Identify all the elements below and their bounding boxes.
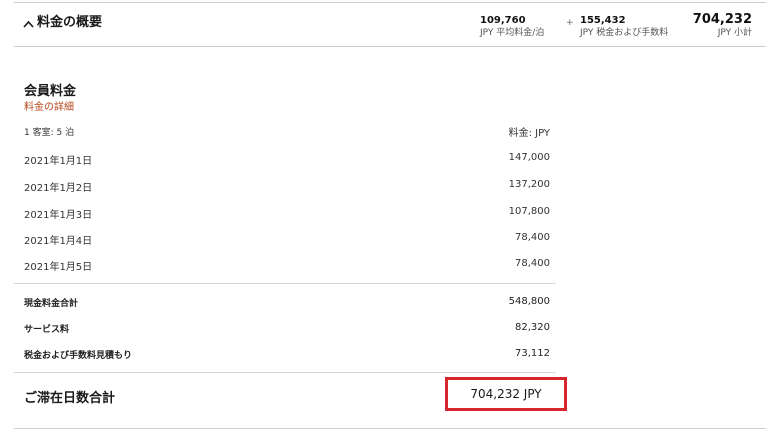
night-amount: 137,200	[508, 179, 550, 190]
night-date: 2021年1月3日	[24, 210, 93, 221]
rate-details-link[interactable]: 料金の詳細	[24, 98, 74, 113]
summary-title: 料金の概要	[37, 15, 103, 30]
night-date: 2021年1月5日	[24, 262, 93, 273]
night-amount: 147,000	[508, 152, 550, 163]
night-date: 2021年1月4日	[24, 236, 93, 247]
night-date: 2021年1月1日	[24, 156, 93, 167]
cash-rate-total-label: 現金料金合計	[24, 299, 79, 309]
summary-toggle[interactable]: 料金の概要	[22, 11, 102, 30]
metric-avg-rate: 109,760 JPY 平均料金/泊	[480, 15, 544, 39]
cash-rate-total-amount: 548,800	[508, 296, 550, 307]
metric-taxes-label: JPY 税金および手数料	[580, 28, 669, 38]
chevron-up-icon	[22, 15, 35, 28]
bottom-divider	[14, 428, 766, 429]
tax-estimate-label: 税金および手数料見積もり	[24, 351, 133, 361]
metric-subtotal-label: JPY 小計	[717, 28, 752, 38]
grand-total-value: 704,232 JPY	[470, 387, 542, 401]
night-amount: 107,800	[508, 206, 550, 217]
metric-subtotal: 704,232 JPY 小計	[693, 12, 752, 39]
night-amount: 78,400	[515, 258, 550, 269]
metric-taxes: 155,432 JPY 税金および手数料	[580, 15, 668, 39]
metric-avg-rate-label: JPY 平均料金/泊	[480, 28, 545, 38]
metric-avg-rate-value: 109,760	[480, 15, 526, 26]
metric-taxes-value: 155,432	[580, 15, 626, 26]
metric-subtotal-value: 704,232	[692, 12, 752, 27]
night-amount: 78,400	[515, 232, 550, 243]
section-title: 会員料金	[24, 84, 77, 99]
nights-divider	[14, 283, 556, 284]
service-fee-amount: 82,320	[515, 322, 550, 333]
grand-total-label: ご滞在日数合計	[24, 391, 116, 406]
totals-divider	[14, 372, 556, 373]
night-date: 2021年1月2日	[24, 183, 93, 194]
rate-header: 料金: JPY	[508, 128, 550, 139]
plus-sign: +	[566, 18, 574, 28]
header-divider	[14, 46, 766, 47]
service-fee-label: サービス料	[24, 325, 70, 335]
room-info: 1 客室: 5 泊	[24, 128, 75, 138]
top-divider	[14, 2, 766, 3]
tax-estimate-amount: 73,112	[515, 348, 550, 359]
